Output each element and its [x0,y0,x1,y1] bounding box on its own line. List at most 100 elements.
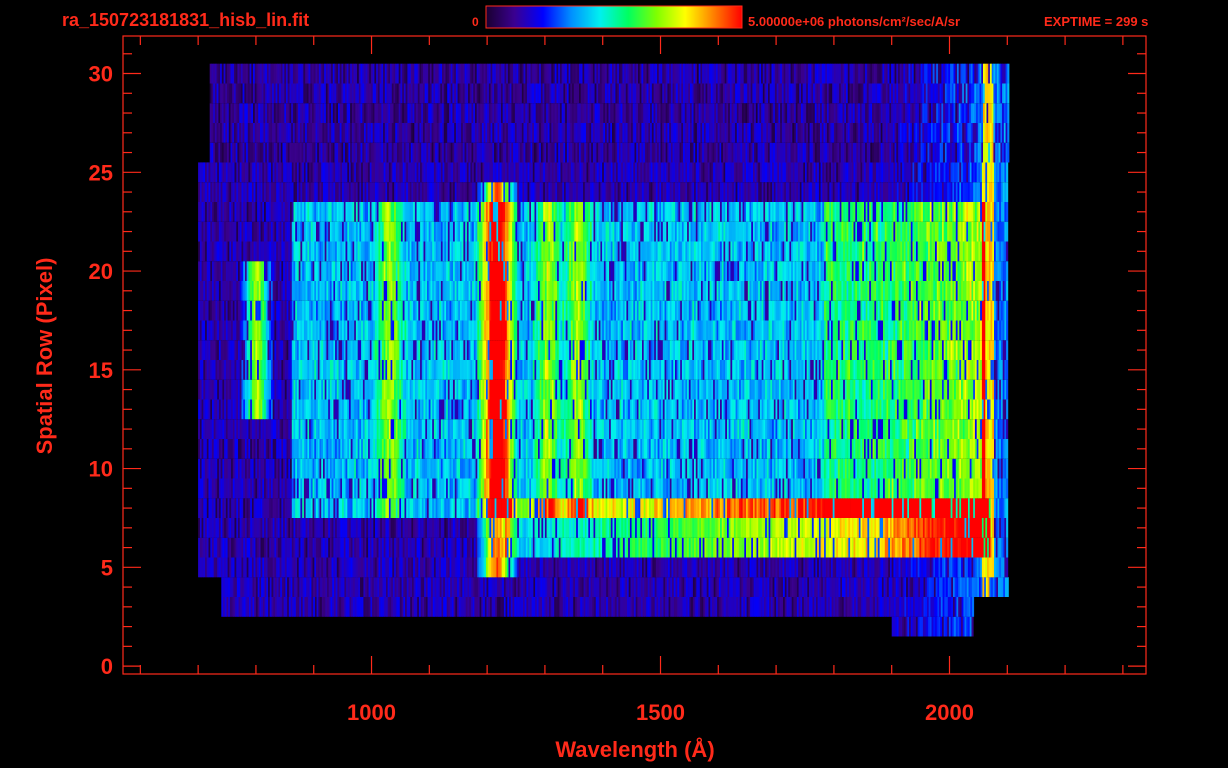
heatmap-cell [775,537,778,558]
heatmap-cell [253,419,256,439]
heatmap-cell [300,458,303,479]
heatmap-cell [699,478,702,499]
heatmap-cell [730,478,733,499]
heatmap-cell [969,478,972,499]
heatmap-cell [678,458,681,479]
heatmap-cell [837,557,840,578]
heatmap-cell [479,518,482,538]
heatmap-cell [657,498,660,518]
heatmap-cell [326,557,329,578]
heatmap-cell [704,419,707,439]
heatmap-cell [602,438,605,459]
heatmap-cell [342,458,345,479]
heatmap-cell [305,478,308,499]
heatmap-cell [757,597,760,617]
heatmap-cell [751,597,754,617]
heatmap-cell [924,478,927,499]
heatmap-cell [208,498,211,518]
heatmap-cell [224,537,227,558]
heatmap-cell [594,577,597,597]
heatmap-cell [604,597,607,617]
heatmap-cell [903,518,906,538]
heatmap-cell [602,419,605,439]
heatmap-cell [560,438,563,459]
heatmap-cell [525,478,528,499]
heatmap-cell [900,577,903,597]
heatmap-cell [817,498,820,518]
heatmap-cell [883,557,886,578]
heatmap-cell [373,597,376,617]
heatmap-cell [765,419,768,439]
heatmap-cell [633,577,636,597]
heatmap-cell [489,537,492,558]
heatmap-cell [258,518,261,538]
heatmap-cell [570,399,573,420]
heatmap-cell [940,537,943,558]
heatmap-cell [198,518,201,538]
heatmap-cell [638,458,641,479]
heatmap-cell [274,498,277,518]
heatmap-cell [300,537,303,558]
heatmap-cell [402,438,405,459]
heatmap-cell [916,577,919,597]
heatmap-cell [995,557,998,578]
heatmap-cell [903,458,906,479]
heatmap-cell [985,518,988,538]
heatmap-cell [505,458,508,479]
heatmap-cell [903,438,906,459]
heatmap-cell [798,597,801,617]
heatmap-cell [714,498,717,518]
heatmap-cell [770,498,773,518]
heatmap-cell [578,597,581,617]
heatmap-cell [796,557,799,578]
heatmap-cell [909,478,912,499]
heatmap-cell [612,478,615,499]
heatmap-cell [714,399,717,420]
heatmap-cell [546,478,549,499]
heatmap-cell [668,419,671,439]
heatmap-cell [418,498,421,518]
heatmap-cell [691,577,694,597]
heatmap-cell [541,498,544,518]
heatmap-cell [253,438,256,459]
heatmap-cell [617,419,620,439]
heatmap-cell [376,458,379,479]
heatmap-cell [930,577,933,597]
heatmap-cell [822,537,825,558]
heatmap-cell [505,537,508,558]
heatmap-cell [258,458,261,479]
heatmap-cell [909,537,912,558]
heatmap-cell [486,577,489,597]
heatmap-cell [955,537,958,558]
heatmap-cell [239,458,242,479]
heatmap-cell [921,577,924,597]
heatmap-cell [699,498,702,518]
heatmap-cell [801,557,804,578]
heatmap-cell [1000,518,1003,538]
heatmap-cell [893,518,896,538]
heatmap-cell [951,597,954,617]
heatmap-cell [596,557,599,578]
heatmap-cell [453,419,456,439]
heatmap-cell [725,518,728,538]
heatmap-cell [198,557,201,578]
heatmap-cell [806,518,809,538]
heatmap-cell [484,399,487,420]
heatmap-cell [541,478,544,499]
heatmap-cell [699,537,702,558]
heatmap-cell [499,438,502,459]
heatmap-cell [578,577,581,597]
heatmap-cell [342,537,345,558]
heatmap-cell [638,438,641,459]
heatmap-cell [591,419,594,439]
heatmap-cell [643,518,646,538]
heatmap-cell [940,616,943,637]
heatmap-cell [583,577,586,597]
heatmap-cell [746,577,749,597]
heatmap-cell [803,577,806,597]
heatmap-cell [730,518,733,538]
heatmap-cell [929,537,932,558]
heatmap-cell [350,557,353,578]
heatmap-cell [295,557,298,578]
heatmap-cell [893,419,896,439]
